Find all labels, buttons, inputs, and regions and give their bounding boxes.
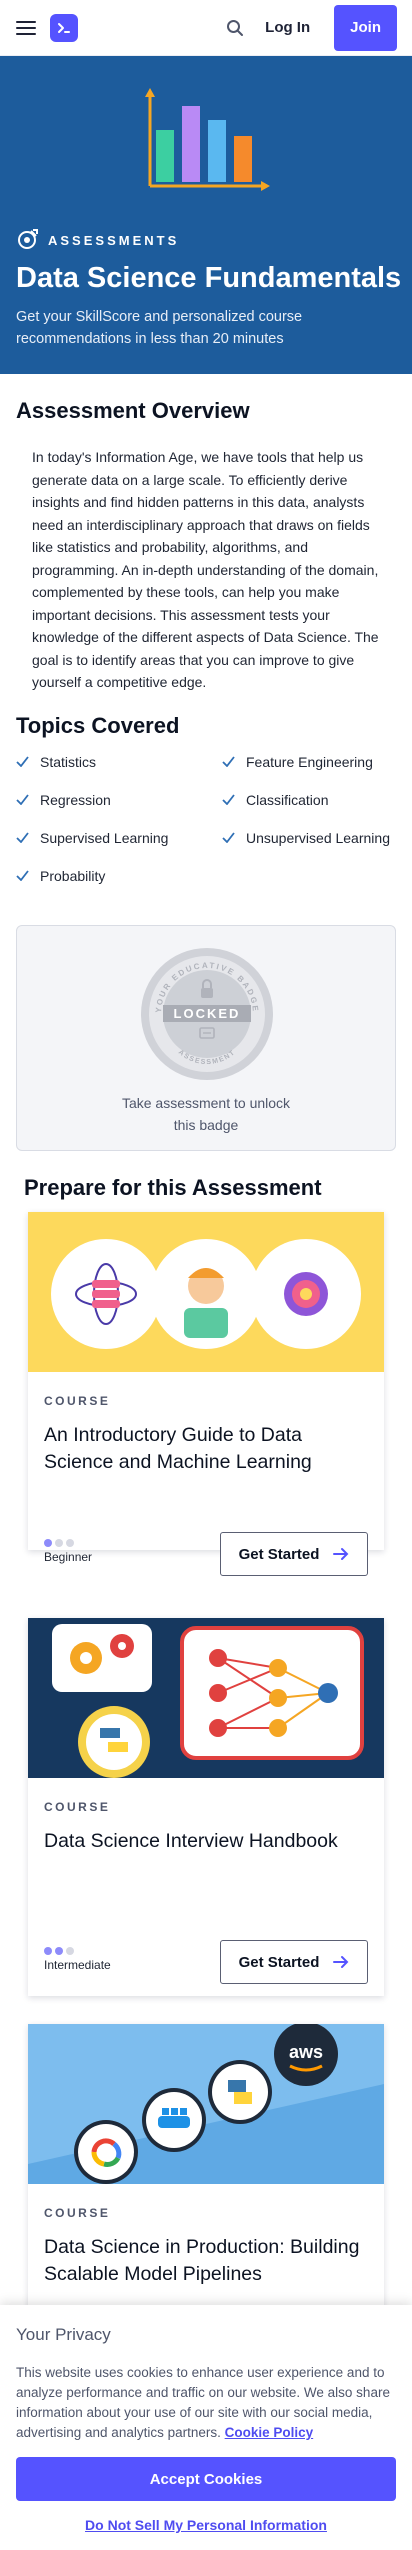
accept-cookies-button[interactable]: Accept Cookies (16, 2457, 396, 2501)
assessment-icon (18, 229, 38, 249)
overview-text: In today's Information Age, we have tool… (32, 449, 379, 690)
course-card-ds-interview[interactable]: COURSE Data Science Interview Handbook I… (28, 1618, 384, 1996)
get-started-label: Get Started (238, 1953, 320, 1971)
course-card-ds-production[interactable]: aws COURSE Data Science in Production: B… (28, 2024, 384, 2324)
topic-item: Feature Engineering (222, 752, 406, 771)
arrow-right-icon (333, 1547, 349, 1561)
level-dots (44, 1947, 111, 1955)
assessment-kicker: ASSESSMENTS (16, 229, 179, 251)
level-dots (44, 1539, 92, 1547)
page-title: Data Science Fundamentals (16, 262, 402, 294)
privacy-body: This website uses cookies to enhance use… (16, 2365, 390, 2440)
course-illustration (52, 1624, 364, 1778)
level-label: Intermediate (44, 1958, 111, 1972)
topic-label: Feature Engineering (246, 753, 373, 770)
do-not-sell-link[interactable]: Do Not Sell My Personal Information (16, 2517, 396, 2533)
aws-logo-text: aws (289, 2042, 323, 2062)
get-started-label: Get Started (238, 1545, 320, 1563)
course-kicker: COURSE (44, 2206, 111, 2220)
check-icon (16, 793, 30, 807)
locked-badge-icon: YOUR EDUCATIVE BADGE ASSESSMENT LOCKED (141, 948, 273, 1080)
topics-list: Statistics Feature Engineering Regressio… (16, 752, 406, 885)
course-title[interactable]: An Introductory Guide to Data Science an… (44, 1422, 368, 1476)
level-label: Beginner (44, 1550, 93, 1564)
search-icon[interactable] (223, 16, 247, 40)
bar-chart-illustration (145, 88, 270, 191)
course-title[interactable]: Data Science Interview Handbook (44, 1828, 368, 1855)
topic-item: Supervised Learning (16, 828, 222, 847)
cookie-policy-link[interactable]: Cookie Policy (225, 2425, 314, 2440)
course-illustration: aws (28, 2024, 384, 2184)
badge-locked-label: LOCKED (174, 1006, 241, 1021)
course-title[interactable]: Data Science in Production: Building Sca… (44, 2234, 368, 2288)
topic-label: Probability (40, 867, 106, 884)
topic-label: Regression (40, 791, 111, 808)
top-navbar: Log In Join (0, 0, 412, 56)
assessment-kicker-label: ASSESSMENTS (48, 232, 180, 248)
course-cover-image (28, 1618, 384, 1778)
course-cover-image: aws (28, 2024, 384, 2184)
badge-unlock-caption: Take assessment to unlock this badge (121, 1095, 291, 1133)
login-link[interactable]: Log In (265, 19, 310, 36)
topic-label: Unsupervised Learning (246, 829, 390, 846)
check-icon (222, 831, 236, 845)
course-illustration (51, 1239, 361, 1349)
topic-label: Classification (246, 791, 329, 808)
overview-heading: Assessment Overview (16, 398, 250, 423)
educative-logo[interactable] (50, 13, 78, 42)
course-level: Intermediate (44, 1947, 111, 1972)
terminal-icon (58, 22, 70, 33)
topics-heading: Topics Covered (16, 713, 180, 738)
check-icon (16, 869, 30, 883)
check-icon (16, 755, 30, 769)
privacy-banner: Your Privacy This website uses cookies t… (0, 2305, 412, 2550)
check-icon (222, 793, 236, 807)
course-kicker: COURSE (44, 1394, 111, 1408)
course-cover-image (28, 1212, 384, 1372)
prepare-heading: Prepare for this Assessment (24, 1175, 322, 1200)
check-icon (16, 831, 30, 845)
hamburger-menu-icon[interactable] (16, 20, 36, 35)
course-card-intro-ds-ml[interactable]: COURSE An Introductory Guide to Data Sci… (28, 1212, 384, 1576)
course-kicker: COURSE (44, 1800, 111, 1814)
topic-item: Classification (222, 790, 406, 809)
locked-badge-card: YOUR EDUCATIVE BADGE ASSESSMENT LOCKED T… (16, 925, 396, 1151)
arrow-right-icon (333, 1955, 349, 1969)
topic-item: Probability (16, 866, 222, 885)
topic-item: Statistics (16, 752, 222, 771)
topic-label: Supervised Learning (40, 829, 169, 846)
topic-item: Regression (16, 790, 222, 809)
check-icon (222, 755, 236, 769)
privacy-title: Your Privacy (16, 2325, 111, 2344)
topic-item: Unsupervised Learning (222, 828, 406, 847)
hero-banner: ASSESSMENTS Data Science Fundamentals Ge… (0, 56, 412, 374)
hero-subtitle: Get your SkillScore and personalized cou… (16, 309, 303, 347)
get-started-button[interactable]: Get Started (220, 1940, 368, 1984)
topic-label: Statistics (40, 753, 97, 770)
privacy-text: This website uses cookies to enhance use… (16, 2363, 396, 2443)
join-button[interactable]: Join (334, 4, 397, 51)
get-started-button[interactable]: Get Started (220, 1532, 368, 1576)
course-level: Beginner (44, 1539, 92, 1564)
